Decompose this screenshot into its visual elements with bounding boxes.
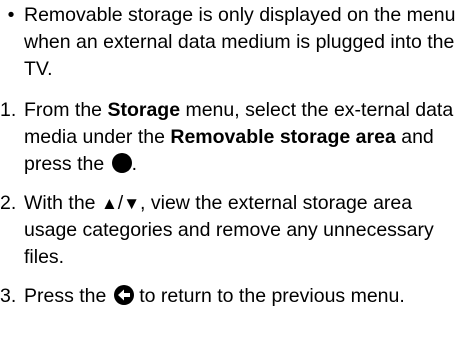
step-2: 2. With the ▲/▼, view the external stora… [0,190,470,271]
step-2-text-before: With the [24,192,101,214]
storage-menu-label: Storage [107,99,181,121]
ok-dot-icon [111,153,132,173]
step-3-number: 3. [0,285,17,307]
step-2-number: 2. [0,192,17,214]
step-1: 1. From the Storage menu, select the ex-… [0,97,470,178]
note-bullet-item: • Removable storage is only displayed on… [0,2,470,83]
bullet-mark: • [7,4,15,26]
step-3: 3. Press the to return to the previous m… [0,283,470,310]
down-arrow-icon: ▼ [123,194,141,213]
note-text: Removable storage is only displayed on t… [24,4,456,80]
step-1-number: 1. [0,99,17,121]
step-1-text-before: From the [24,99,108,121]
step-3-text-after: to return to the previous menu. [133,285,405,307]
removable-storage-area-label: Removable storage area [170,126,396,148]
manual-section: • Removable storage is only displayed on… [0,0,470,310]
back-arrow-icon [113,285,134,305]
step-1-text-end: . [131,153,138,175]
up-arrow-icon: ▲ [100,194,118,213]
step-3-text-before: Press the [24,285,112,307]
